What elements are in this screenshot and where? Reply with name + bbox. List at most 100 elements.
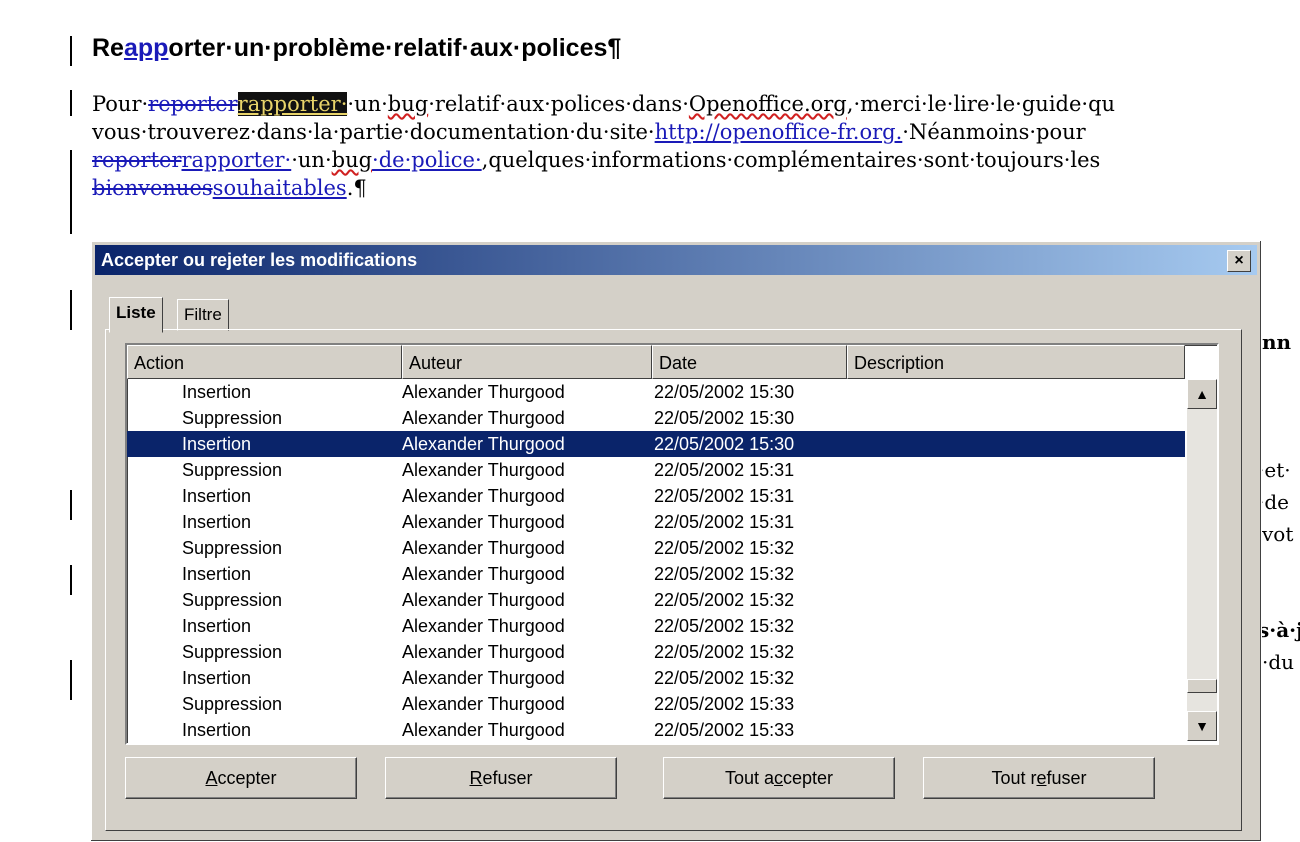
cell-action: Insertion: [182, 616, 252, 636]
close-icon[interactable]: ×: [1227, 250, 1251, 272]
cell-date: 22/05/2002 15:32: [654, 668, 795, 688]
deleted-text: reporter: [148, 92, 238, 116]
doc-fragment: ·de: [1258, 490, 1289, 514]
list-scrollbar[interactable]: ▲ ▼: [1187, 379, 1217, 741]
inserted-text: ·de·police·: [372, 148, 482, 172]
cell-date: 22/05/2002 15:30: [654, 382, 795, 402]
cell-author: Alexander Thurgood: [402, 512, 565, 532]
table-row[interactable]: Insertion Alexander Thurgood 22/05/2002 15…: [127, 509, 1185, 535]
table-row[interactable]: Insertion Alexander Thurgood 22/05/2002 15…: [127, 483, 1185, 509]
tab-filtre[interactable]: Filtre: [177, 299, 229, 331]
scroll-thumb[interactable]: [1187, 679, 1217, 693]
cell-action: Suppression: [182, 694, 283, 714]
cell-action: Suppression: [182, 642, 283, 662]
doc-fragment: s·à·j: [1258, 618, 1300, 642]
paragraph-line-4: bienvenuessouhaitables.¶: [92, 176, 367, 200]
table-row[interactable]: Insertion Alexander Thurgood 22/05/2002 15…: [127, 431, 1185, 457]
table-row[interactable]: Insertion Alexander Thurgood 22/05/2002 15…: [127, 613, 1185, 639]
document-heading: Reapporter·un·problème·relatif·aux·polic…: [92, 34, 622, 62]
cell-action: Suppression: [182, 460, 283, 480]
column-header-action[interactable]: Action: [127, 345, 402, 379]
cell-action: Insertion: [182, 564, 252, 584]
cell-author: Alexander Thurgood: [402, 642, 565, 662]
cell-author: Alexander Thurgood: [402, 538, 565, 558]
table-row[interactable]: Suppression Alexander Thurgood 22/05/2002 …: [127, 535, 1185, 561]
paragraph-line-1: Pour·reporterrapporter··un·bug·relatif·a…: [92, 92, 1116, 116]
doc-fragment: ·et·: [1258, 458, 1291, 482]
site-link[interactable]: http://openoffice-fr.org.: [655, 120, 903, 144]
cell-author: Alexander Thurgood: [402, 590, 565, 610]
paragraph-line-3: reporterrapporter··un·bug·de·police·,que…: [92, 148, 1101, 172]
table-row[interactable]: Suppression Alexander Thurgood 22/05/2002 …: [127, 691, 1185, 717]
cell-date: 22/05/2002 15:32: [654, 564, 795, 584]
column-header-author[interactable]: Auteur: [402, 345, 652, 379]
table-row[interactable]: Suppression Alexander Thurgood 22/05/2002 …: [127, 405, 1185, 431]
cell-author: Alexander Thurgood: [402, 694, 565, 714]
scroll-up-icon[interactable]: ▲: [1187, 379, 1217, 409]
dialog-title: Accepter ou rejeter les modifications: [101, 250, 418, 270]
table-row[interactable]: Suppression Alexander Thurgood 22/05/2002 …: [127, 587, 1185, 613]
dialog-titlebar[interactable]: Accepter ou rejeter les modifications ×: [95, 245, 1257, 275]
cell-author: Alexander Thurgood: [402, 486, 565, 506]
reject-button[interactable]: Refuser: [385, 757, 617, 799]
cell-action: Insertion: [182, 720, 252, 740]
reject-all-button[interactable]: Tout refuser: [923, 757, 1155, 799]
deleted-text: reporter: [92, 148, 182, 172]
cell-date: 22/05/2002 15:31: [654, 460, 795, 480]
cell-date: 22/05/2002 15:31: [654, 486, 795, 506]
doc-fragment: vot: [1262, 522, 1294, 546]
inserted-text: rapporter·: [181, 148, 292, 172]
cell-author: Alexander Thurgood: [402, 720, 565, 740]
document-paragraph: Pour·reporterrapporter··un·bug·relatif·a…: [92, 90, 1300, 202]
cell-action: Insertion: [182, 668, 252, 688]
change-bar: [70, 290, 72, 330]
change-bar: [70, 565, 72, 595]
cell-author: Alexander Thurgood: [402, 460, 565, 480]
table-row[interactable]: Suppression Alexander Thurgood 22/05/2002 …: [127, 639, 1185, 665]
cell-author: Alexander Thurgood: [402, 434, 565, 454]
table-row[interactable]: Insertion Alexander Thurgood 22/05/2002 15…: [127, 379, 1185, 405]
cell-author: Alexander Thurgood: [402, 382, 565, 402]
cell-date: 22/05/2002 15:32: [654, 590, 795, 610]
cell-action: Insertion: [182, 486, 252, 506]
column-header-date[interactable]: Date: [652, 345, 847, 379]
accept-reject-changes-dialog: Accepter ou rejeter les modifications × …: [90, 240, 1262, 842]
cell-date: 22/05/2002 15:33: [654, 720, 795, 740]
doc-fragment: nn: [1262, 330, 1292, 354]
change-bar: [70, 490, 72, 520]
cell-date: 22/05/2002 15:31: [654, 512, 795, 532]
highlighted-change: rapporter·: [237, 92, 348, 116]
cell-date: 22/05/2002 15:32: [654, 538, 795, 558]
doc-fragment: ·du: [1262, 650, 1295, 674]
cell-date: 22/05/2002 15:30: [654, 408, 795, 428]
cell-author: Alexander Thurgood: [402, 564, 565, 584]
cell-action: Suppression: [182, 538, 283, 558]
accept-button[interactable]: Accepter: [125, 757, 357, 799]
change-bar: [70, 150, 72, 234]
cell-action: Suppression: [182, 408, 283, 428]
change-bar: [70, 660, 72, 700]
cell-action: Insertion: [182, 512, 252, 532]
inserted-text: souhaitables: [212, 176, 347, 200]
column-header-description[interactable]: Description: [847, 345, 1185, 379]
cell-author: Alexander Thurgood: [402, 408, 565, 428]
cell-date: 22/05/2002 15:33: [654, 694, 795, 714]
cell-date: 22/05/2002 15:32: [654, 642, 795, 662]
cell-action: Suppression: [182, 590, 283, 610]
cell-author: Alexander Thurgood: [402, 668, 565, 688]
table-row[interactable]: Insertion Alexander Thurgood 22/05/2002 15…: [127, 717, 1185, 743]
table-row[interactable]: Suppression Alexander Thurgood 22/05/2002 …: [127, 457, 1185, 483]
change-bar: [70, 36, 72, 66]
table-row[interactable]: Insertion Alexander Thurgood 22/05/2002 15…: [127, 665, 1185, 691]
cell-author: Alexander Thurgood: [402, 616, 565, 636]
accept-all-button[interactable]: Tout accepter: [663, 757, 895, 799]
paragraph-line-2: vous·trouverez·dans·la·partie·documentat…: [92, 120, 1086, 144]
deleted-text: bienvenues: [92, 176, 213, 200]
cell-date: 22/05/2002 15:32: [654, 616, 795, 636]
cell-action: Insertion: [182, 382, 252, 402]
changes-list[interactable]: Action Auteur Date Description Insertion…: [125, 343, 1219, 745]
table-row[interactable]: Insertion Alexander Thurgood 22/05/2002 15…: [127, 561, 1185, 587]
scroll-down-icon[interactable]: ▼: [1187, 711, 1217, 741]
tab-liste[interactable]: Liste: [109, 297, 163, 333]
change-bar: [70, 90, 72, 116]
